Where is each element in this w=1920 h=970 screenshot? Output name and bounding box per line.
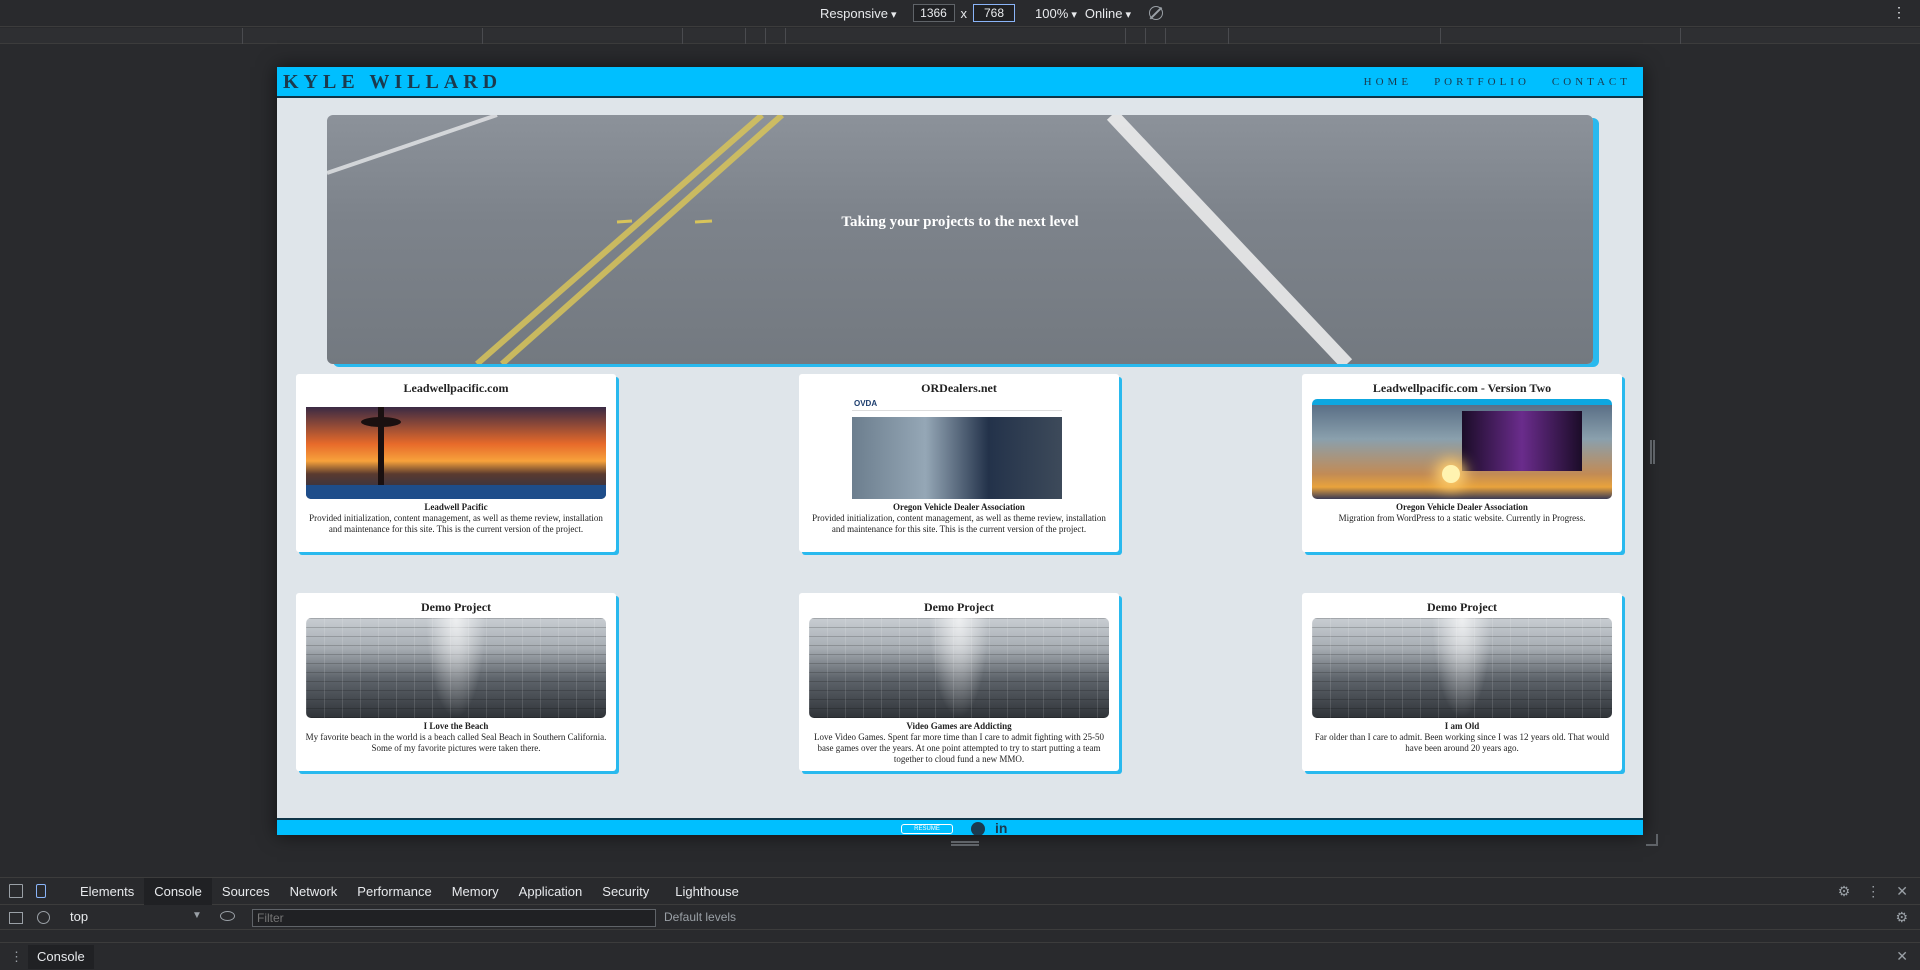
linkedin-icon[interactable]: in (995, 820, 1007, 835)
card-subtitle: I Love the Beach (423, 721, 489, 731)
dimension-separator: x (960, 5, 968, 21)
portfolio-card[interactable]: Leadwellpacific.com - Version Two Oregon… (1302, 374, 1622, 552)
card-subtitle: Leadwell Pacific (424, 502, 488, 512)
device-toolbar: Responsive x 100% Online ⋮ (0, 0, 1920, 27)
site-nav: HOME PORTFOLIO CONTACT (1364, 76, 1631, 88)
card-thumbnail[interactable] (1312, 399, 1612, 499)
zoom-dropdown[interactable]: 100% (1035, 6, 1077, 21)
card-description: Far older than I care to admit. Been wor… (1314, 732, 1610, 753)
tab-console[interactable]: Console (144, 878, 212, 905)
console-sidebar-icon[interactable] (9, 912, 23, 924)
card-thumbnail[interactable] (306, 618, 606, 718)
close-devtools-icon[interactable]: ✕ (1896, 883, 1908, 900)
throttle-dropdown[interactable]: Online (1085, 6, 1131, 21)
card-description: Love Video Games. Spent far more time th… (814, 732, 1104, 764)
site-header: KYLE WILLARD HOME PORTFOLIO CONTACT (277, 67, 1643, 98)
nav-contact[interactable]: CONTACT (1552, 76, 1631, 88)
tab-elements[interactable]: Elements (70, 878, 144, 905)
tab-lighthouse[interactable]: Lighthouse (665, 878, 749, 905)
portfolio-card[interactable]: Demo Project Video Games are Addicting L… (799, 593, 1119, 771)
viewport-right-resize-handle[interactable] (1650, 440, 1655, 464)
devtools-tab-list: Elements Console Sources Network Perform… (70, 878, 749, 905)
viewport-corner-resize-handle[interactable] (1646, 834, 1658, 846)
console-filter-input[interactable] (252, 909, 656, 927)
viewport-bottom-resize-handle[interactable] (951, 841, 979, 846)
card-title[interactable]: Demo Project (799, 600, 1119, 616)
tab-performance[interactable]: Performance (347, 878, 441, 905)
tab-memory[interactable]: Memory (442, 878, 509, 905)
card-thumbnail[interactable] (809, 618, 1109, 718)
tab-network[interactable]: Network (280, 878, 348, 905)
customize-kebab-icon[interactable]: ⋮ (1866, 883, 1880, 900)
rotate-icon[interactable] (1149, 6, 1163, 20)
card-description: Provided initialization, content managem… (812, 513, 1106, 534)
viewport-height-input[interactable] (973, 4, 1016, 22)
portfolio-card[interactable]: ORDealers.net OVDA Oregon Vehicle Dealer… (799, 374, 1119, 552)
console-settings-gear-icon[interactable]: ⚙ (1895, 909, 1908, 926)
portfolio-card[interactable]: Leadwellpacific.com Leadwell Pacific Pro… (296, 374, 616, 552)
card-thumbnail[interactable] (1312, 618, 1612, 718)
card-subtitle: I am Old (1444, 721, 1480, 731)
clear-console-icon[interactable] (37, 911, 50, 924)
device-toggle-icon[interactable] (36, 884, 46, 898)
card-description: Migration from WordPress to a static web… (1338, 513, 1586, 523)
settings-gear-icon[interactable]: ⚙ (1838, 883, 1851, 900)
log-levels-dropdown[interactable]: Default levels (664, 910, 736, 924)
card-subtitle: Oregon Vehicle Dealer Association (1396, 502, 1528, 512)
hero-tagline: Taking your projects to the next level (841, 214, 1079, 230)
portfolio-card[interactable]: Demo Project I Love the Beach My favorit… (296, 593, 616, 771)
road-image (327, 115, 1353, 364)
drawer-tab-console[interactable]: Console (28, 945, 94, 969)
device-toolbar-controls: Responsive x 100% Online (820, 4, 1163, 22)
site-footer: RESUME in (277, 818, 1643, 835)
close-drawer-icon[interactable]: ✕ (1896, 948, 1908, 965)
card-description: My favorite beach in the world is a beac… (305, 732, 607, 753)
devtools-drawer: ⋮ Console ✕ (0, 942, 1920, 970)
card-thumbnail[interactable] (306, 399, 606, 499)
card-title[interactable]: ORDealers.net (799, 381, 1119, 397)
card-title[interactable]: Demo Project (296, 600, 616, 616)
devtools-actions: ⚙ ⋮ ✕ (1838, 883, 1908, 900)
resume-button[interactable]: RESUME (901, 824, 953, 834)
device-toolbar-more-icon[interactable]: ⋮ (1892, 4, 1906, 21)
viewport-width-input[interactable] (912, 4, 955, 22)
card-description: Provided initialization, content managem… (309, 513, 603, 534)
media-query-ruler[interactable] (0, 28, 1920, 44)
chevron-down-icon: ▼ (192, 910, 202, 921)
portfolio-card[interactable]: Demo Project I am Old Far older than I c… (1302, 593, 1622, 771)
card-thumbnail[interactable]: OVDA (809, 399, 1109, 499)
tab-application[interactable]: Application (509, 878, 593, 905)
card-title[interactable]: Leadwellpacific.com (296, 381, 616, 397)
card-title[interactable]: Leadwellpacific.com - Version Two (1302, 381, 1622, 397)
execution-context-select[interactable]: top (70, 909, 200, 924)
card-title[interactable]: Demo Project (1302, 600, 1622, 616)
tab-sources[interactable]: Sources (212, 878, 280, 905)
console-toolbar: top ▼ Default levels ⚙ (0, 906, 1920, 930)
thumb-logo: OVDA (854, 399, 878, 408)
site-logo[interactable]: KYLE WILLARD (283, 71, 502, 94)
hero-banner: Taking your projects to the next level (327, 115, 1593, 364)
tab-security[interactable]: Security (592, 878, 659, 905)
devtools-tabbar: Elements Console Sources Network Perform… (0, 878, 1920, 905)
nav-portfolio[interactable]: PORTFOLIO (1434, 76, 1530, 88)
github-icon[interactable] (971, 822, 985, 835)
device-mode-dropdown[interactable]: Responsive (820, 6, 897, 21)
inspect-element-icon[interactable] (9, 884, 23, 898)
drawer-more-icon[interactable]: ⋮ (10, 949, 23, 965)
nav-home[interactable]: HOME (1364, 76, 1412, 88)
devtools-panel: Elements Console Sources Network Perform… (0, 877, 1920, 969)
emulated-viewport: KYLE WILLARD HOME PORTFOLIO CONTACT Taki… (277, 67, 1643, 835)
live-expression-eye-icon[interactable] (220, 911, 235, 921)
card-subtitle: Oregon Vehicle Dealer Association (893, 502, 1025, 512)
card-subtitle: Video Games are Addicting (906, 721, 1012, 731)
